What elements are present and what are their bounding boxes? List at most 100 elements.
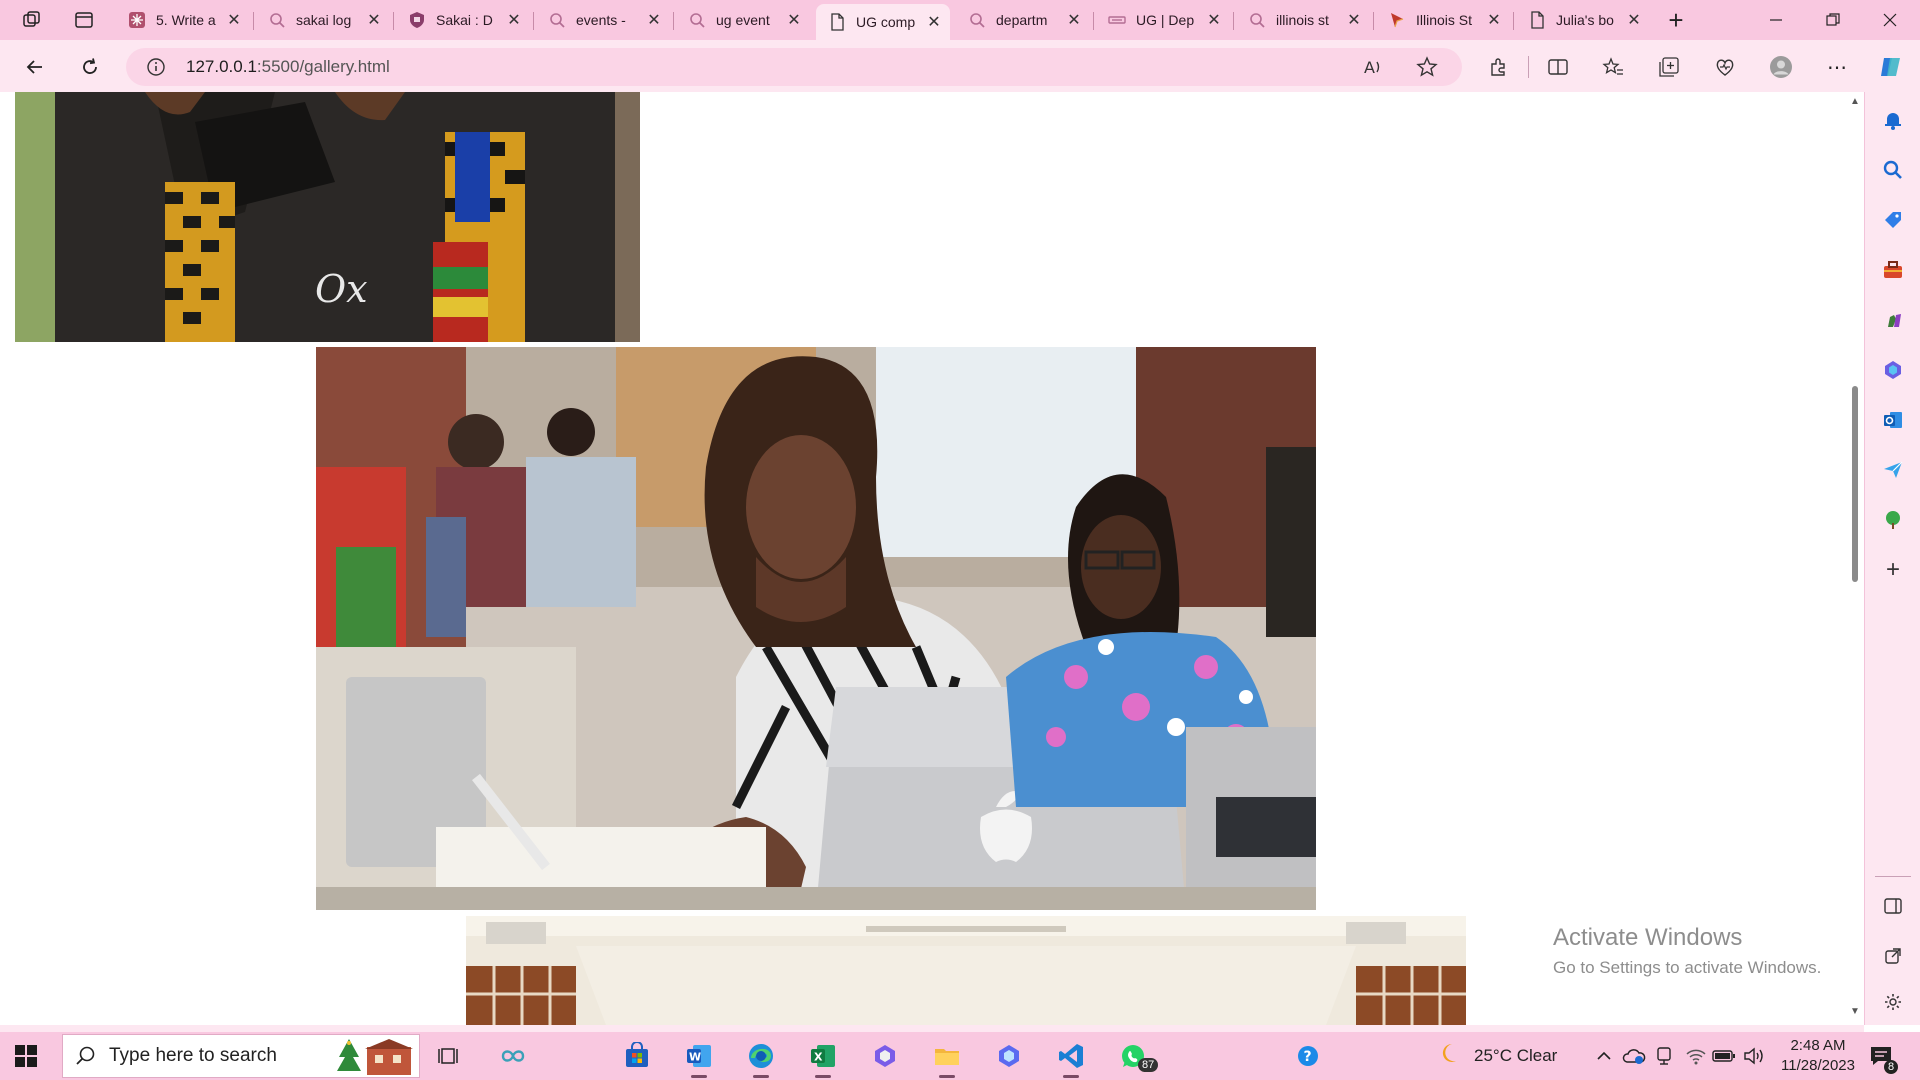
- copilot-app-icon[interactable]: [993, 1040, 1025, 1072]
- favorite-star-icon[interactable]: [1412, 52, 1442, 82]
- add-sidebar-app-icon[interactable]: +: [1879, 556, 1907, 584]
- battery-icon[interactable]: [1708, 1040, 1740, 1072]
- hide-sidebar-icon[interactable]: [1879, 892, 1907, 920]
- browser-tab[interactable]: Illinois St ✕: [1376, 4, 1510, 36]
- browser-tab[interactable]: Julia's bo ✕: [1516, 4, 1650, 36]
- tab-close-icon[interactable]: ✕: [786, 10, 802, 30]
- tab-close-icon[interactable]: ✕: [226, 10, 242, 30]
- profile-avatar-icon[interactable]: [1766, 52, 1796, 82]
- browser-tab[interactable]: ug event ✕: [676, 4, 810, 36]
- sidebar-settings-icon[interactable]: [1879, 988, 1907, 1016]
- m365-app-icon[interactable]: [869, 1040, 901, 1072]
- settings-more-icon[interactable]: ⋯: [1822, 52, 1852, 82]
- page-scrollbar[interactable]: ▲ ▼: [1846, 92, 1864, 1025]
- tab-separator: [1233, 12, 1234, 30]
- tab-close-icon[interactable]: ✕: [1346, 10, 1362, 30]
- browser-essentials-icon[interactable]: [1710, 52, 1740, 82]
- collections-icon[interactable]: [1654, 52, 1684, 82]
- tab-close-icon[interactable]: ✕: [366, 10, 382, 30]
- notifications-bell-icon[interactable]: [1879, 106, 1907, 134]
- tray-overflow-chevron-icon[interactable]: [1588, 1040, 1620, 1072]
- edge-sidebar: +: [1864, 92, 1920, 1025]
- games-icon[interactable]: [1879, 306, 1907, 334]
- scrollbar-thumb[interactable]: [1852, 386, 1858, 582]
- tab-title: sakai log: [296, 12, 352, 28]
- tab-favicon-search-icon: [268, 11, 286, 29]
- send-drop-icon[interactable]: [1879, 456, 1907, 484]
- meet-now-icon[interactable]: [1648, 1040, 1680, 1072]
- tab-close-icon[interactable]: ✕: [646, 10, 662, 30]
- browser-tab[interactable]: Sakai : D ✕: [396, 4, 530, 36]
- copilot-icon[interactable]: [1876, 52, 1906, 82]
- activate-windows-watermark: Activate Windows Go to Settings to activ…: [1553, 924, 1821, 978]
- tab-separator: [393, 12, 394, 30]
- browser-tab[interactable]: sakai log ✕: [256, 4, 390, 36]
- restore-button[interactable]: [1805, 0, 1861, 40]
- outlook-icon[interactable]: [1879, 406, 1907, 434]
- edge-browser-icon[interactable]: [745, 1040, 777, 1078]
- tab-separator: [1373, 12, 1374, 30]
- new-tab-button[interactable]: +: [1662, 5, 1690, 35]
- browser-tab[interactable]: UG comp ✕: [816, 4, 950, 40]
- read-aloud-icon[interactable]: A: [1358, 52, 1388, 82]
- tab-separator: [253, 12, 254, 30]
- extensions-icon[interactable]: [1484, 52, 1514, 82]
- tree-app-icon[interactable]: [1879, 506, 1907, 534]
- volume-icon[interactable]: [1738, 1040, 1770, 1072]
- open-external-icon[interactable]: [1879, 942, 1907, 970]
- shopping-tag-icon[interactable]: [1879, 206, 1907, 234]
- sidebar-search-icon[interactable]: [1879, 156, 1907, 184]
- onedrive-status-icon[interactable]: [1618, 1040, 1650, 1072]
- tab-title: departm: [996, 12, 1048, 28]
- tab-close-icon[interactable]: ✕: [926, 12, 942, 32]
- workspaces-icon[interactable]: [18, 6, 46, 34]
- browser-tab[interactable]: UG | Dep ✕: [1096, 4, 1230, 36]
- tab-title: Julia's bo: [1556, 12, 1614, 28]
- tab-favicon-bookmark-icon: [1388, 11, 1406, 29]
- tools-briefcase-icon[interactable]: [1879, 256, 1907, 284]
- word-icon[interactable]: W: [683, 1040, 715, 1078]
- microsoft-365-icon[interactable]: [1879, 356, 1907, 384]
- copilot-taskbar-icon[interactable]: [497, 1040, 529, 1072]
- browser-tab[interactable]: events - ✕: [536, 4, 670, 36]
- scroll-up-arrow[interactable]: ▲: [1850, 96, 1860, 107]
- windows-start-icon[interactable]: [12, 1042, 40, 1070]
- tab-title: 5. Write a: [156, 12, 216, 28]
- tab-close-icon[interactable]: ✕: [1066, 10, 1082, 30]
- minimize-button[interactable]: [1748, 0, 1804, 40]
- browser-tab[interactable]: illinois st ✕: [1236, 4, 1370, 36]
- weather-widget[interactable]: 25°C Clear: [1438, 1032, 1557, 1080]
- file-explorer-icon[interactable]: [931, 1040, 963, 1078]
- vscode-icon[interactable]: [1055, 1040, 1087, 1078]
- microsoft-store-icon[interactable]: [621, 1040, 653, 1072]
- tab-close-icon[interactable]: ✕: [1206, 10, 1222, 30]
- site-info-icon[interactable]: [146, 57, 166, 82]
- activate-windows-title: Activate Windows: [1553, 924, 1743, 951]
- address-bar[interactable]: 127.0.0.1:5500/gallery.html A: [126, 48, 1462, 86]
- taskbar-search-box[interactable]: Type here to search: [62, 1034, 420, 1078]
- browser-tab[interactable]: 5. Write a ✕: [116, 4, 250, 36]
- refresh-button[interactable]: [75, 52, 105, 82]
- scroll-down-arrow[interactable]: ▼: [1850, 1006, 1860, 1017]
- clock-date: 11/28/2023: [1781, 1057, 1855, 1074]
- split-screen-icon[interactable]: [1543, 52, 1573, 82]
- system-clock[interactable]: 2:48 AM 11/28/2023: [1776, 1036, 1860, 1076]
- tab-actions-icon[interactable]: [70, 6, 98, 34]
- help-icon[interactable]: ?: [1292, 1040, 1324, 1072]
- excel-icon[interactable]: X: [807, 1040, 839, 1078]
- tab-close-icon[interactable]: ✕: [1626, 10, 1642, 30]
- browser-tab[interactable]: departm ✕: [956, 4, 1090, 36]
- toolbar-divider: [1528, 56, 1529, 78]
- tab-close-icon[interactable]: ✕: [506, 10, 522, 30]
- task-view-icon[interactable]: [434, 1040, 466, 1072]
- tab-favicon-search-icon: [548, 11, 566, 29]
- page-bottom-border: [0, 1025, 1864, 1032]
- tab-close-icon[interactable]: ✕: [1486, 10, 1502, 30]
- url-path: :5500/gallery.html: [256, 57, 390, 76]
- gallery-image-graduates: Ox: [15, 92, 640, 342]
- close-window-button[interactable]: [1862, 0, 1918, 40]
- gallery-image-classroom: [466, 916, 1466, 1025]
- tab-favicon-page-icon: [1528, 11, 1546, 29]
- back-button[interactable]: [20, 52, 50, 82]
- favorites-icon[interactable]: [1598, 52, 1628, 82]
